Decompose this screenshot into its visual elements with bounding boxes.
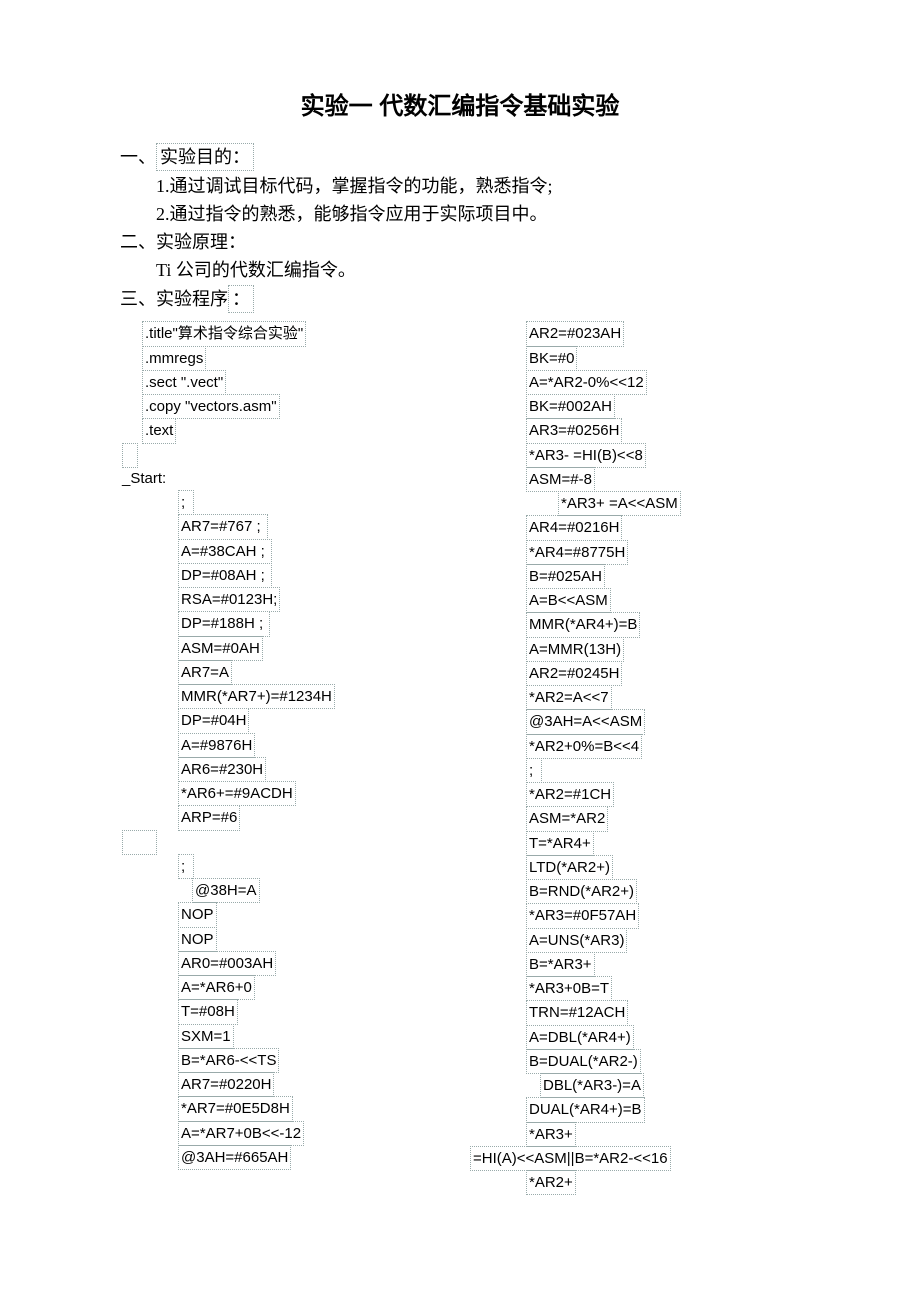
sec3-text: 三、实验程序 (120, 289, 228, 309)
start-label: _Start: (120, 467, 440, 490)
code-line: B=*AR6-<<TS (178, 1048, 279, 1073)
code-line: ASM=#0AH (178, 636, 263, 661)
code-line: *AR3+ =A<<ASM (558, 491, 681, 516)
code-line: B=*AR3+ (526, 952, 595, 977)
code-line: AR2=#023AH (526, 321, 624, 346)
code-blank (122, 830, 157, 855)
code-line: ASM=*AR2 (526, 806, 608, 831)
code-line: A=DBL(*AR4+) (526, 1025, 634, 1050)
page: 实验一 代数汇编指令基础实验 一、实验目的： 1.通过调试目标代码，掌握指令的功… (0, 0, 920, 1302)
code-line: *AR2+0%=B<<4 (526, 734, 642, 759)
code-line: @3AH=#665AH (178, 1145, 291, 1170)
code-line: @3AH=A<<ASM (526, 709, 645, 734)
code-line: T=*AR4+ (526, 831, 594, 856)
code-line: ARP=#6 (178, 805, 240, 830)
code-line: DP=#08AH ; (178, 563, 272, 588)
code-line: *AR2=A<<7 (526, 685, 612, 710)
section-3-heading: 三、实验程序： (120, 285, 800, 313)
code-line: =HI(A)<<ASM||B=*AR2-<<16 (470, 1146, 671, 1171)
code-line: .title"算术指令综合实验" (142, 321, 306, 346)
code-line: A=B<<ASM (526, 588, 611, 613)
left-column: .title"算术指令综合实验" .mmregs .sect ".vect" .… (120, 321, 460, 1194)
code-line: B=RND(*AR2+) (526, 879, 637, 904)
code-line: AR0=#003AH (178, 951, 276, 976)
code-line: BK=#002AH (526, 394, 615, 419)
code-line: AR7=#0220H (178, 1072, 274, 1097)
code-line: AR7=#767 ; (178, 514, 268, 539)
code-line: .mmregs (142, 346, 206, 371)
code-line: A=*AR6+0 (178, 975, 255, 1000)
right-column: AR2=#023AH BK=#0 A=*AR2-0%<<12 BK=#002AH… (460, 321, 800, 1194)
code-line: A=#38CAH ; (178, 539, 272, 564)
code-line: A=#9876H (178, 733, 255, 758)
code-line: ASM=#-8 (526, 467, 595, 492)
page-title: 实验一 代数汇编指令基础实验 (120, 90, 800, 125)
code-line: B=#025AH (526, 564, 605, 589)
code-line: T=#08H (178, 999, 238, 1024)
code-line: NOP (178, 927, 217, 952)
code-line: LTD(*AR2+) (526, 855, 613, 880)
code-line: A=*AR2-0%<<12 (526, 370, 647, 395)
code-line: DP=#188H ; (178, 611, 270, 636)
code-line: @38H=A (192, 878, 260, 903)
code-line: *AR3- =HI(B)<<8 (526, 443, 646, 468)
code-line: DUAL(*AR4+)=B (526, 1097, 645, 1122)
code-line: A=*AR7+0B<<-12 (178, 1121, 304, 1146)
section-2-heading: 二、实验原理： (120, 229, 800, 255)
code-line: DP=#04H (178, 708, 249, 733)
code-line: *AR3+ (526, 1122, 576, 1147)
code-line: BK=#0 (526, 346, 577, 371)
code-line: TRN=#12ACH (526, 1000, 628, 1025)
code-line: AR2=#0245H (526, 661, 622, 686)
code-line: RSA=#0123H; (178, 587, 280, 612)
code-line: B=DUAL(*AR2-) (526, 1049, 641, 1074)
section-1-heading: 一、实验目的： (120, 143, 800, 171)
sec1-line1: 1.通过调试目标代码，掌握指令的功能，熟悉指令; (120, 173, 800, 199)
code-line: A=MMR(13H) (526, 637, 624, 662)
sec3-colon-box: ： (228, 285, 254, 313)
code-blank (122, 443, 138, 468)
sec1-line2: 2.通过指令的熟悉，能够指令应用于实际项目中。 (120, 201, 800, 227)
code-line: *AR6+=#9ACDH (178, 781, 296, 806)
code-line: AR4=#0216H (526, 515, 622, 540)
code-line: .text (142, 418, 176, 443)
code-line: DBL(*AR3-)=A (540, 1073, 644, 1098)
code-line: MMR(*AR7+)=#1234H (178, 684, 335, 709)
code-line: AR7=A (178, 660, 232, 685)
code-line: *AR2=#1CH (526, 782, 614, 807)
code-line: MMR(*AR4+)=B (526, 612, 640, 637)
sec2-line1: Ti 公司的代数汇编指令。 (120, 257, 800, 283)
code-line: ; (178, 490, 194, 515)
sec1-label-box: 实验目的： (156, 143, 254, 171)
code-line: *AR2+ (526, 1170, 576, 1195)
code-line: ; (178, 854, 194, 879)
code-line: .sect ".vect" (142, 370, 226, 395)
sec1-num: 一、 (120, 147, 156, 167)
code-line: NOP (178, 902, 217, 927)
code-line: AR6=#230H (178, 757, 266, 782)
code-line: AR3=#0256H (526, 418, 622, 443)
code-line: *AR3=#0F57AH (526, 903, 639, 928)
code-line: *AR3+0B=T (526, 976, 612, 1001)
code-columns: .title"算术指令综合实验" .mmregs .sect ".vect" .… (120, 321, 800, 1194)
code-line: .copy "vectors.asm" (142, 394, 280, 419)
code-line: *AR7=#0E5D8H (178, 1096, 293, 1121)
code-line: *AR4=#8775H (526, 540, 628, 565)
code-line: SXM=1 (178, 1024, 234, 1049)
code-line: ; (526, 758, 542, 783)
code-line: A=UNS(*AR3) (526, 928, 627, 953)
